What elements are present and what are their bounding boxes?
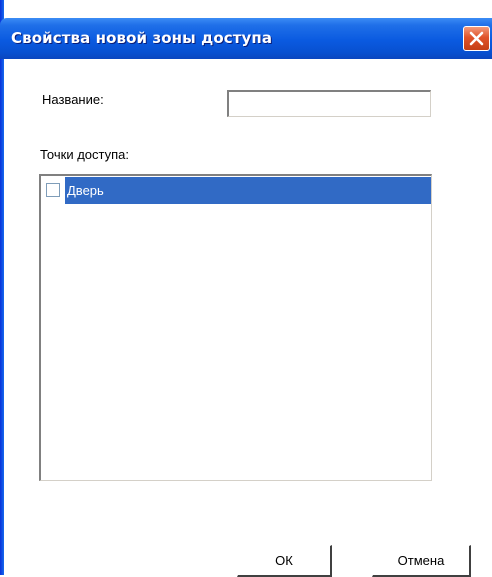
close-icon: [469, 31, 484, 46]
access-points-list[interactable]: Дверь: [39, 174, 432, 481]
cancel-button[interactable]: Отмена: [372, 545, 471, 577]
title-bar[interactable]: Свойства новой зоны доступа: [0, 18, 492, 59]
window-title: Свойства новой зоны доступа: [11, 29, 273, 47]
close-button[interactable]: [463, 26, 490, 51]
access-point-label: Дверь: [67, 183, 104, 198]
list-item[interactable]: Дверь: [65, 177, 431, 204]
ok-button[interactable]: ОК: [237, 545, 332, 577]
access-points-label: Точки доступа:: [40, 147, 130, 162]
name-label: Название:: [42, 92, 104, 107]
window-border-left: [0, 0, 4, 575]
name-input[interactable]: [227, 90, 431, 117]
dialog-window: Свойства новой зоны доступа Название: То…: [0, 0, 492, 577]
access-point-checkbox[interactable]: [46, 183, 60, 197]
